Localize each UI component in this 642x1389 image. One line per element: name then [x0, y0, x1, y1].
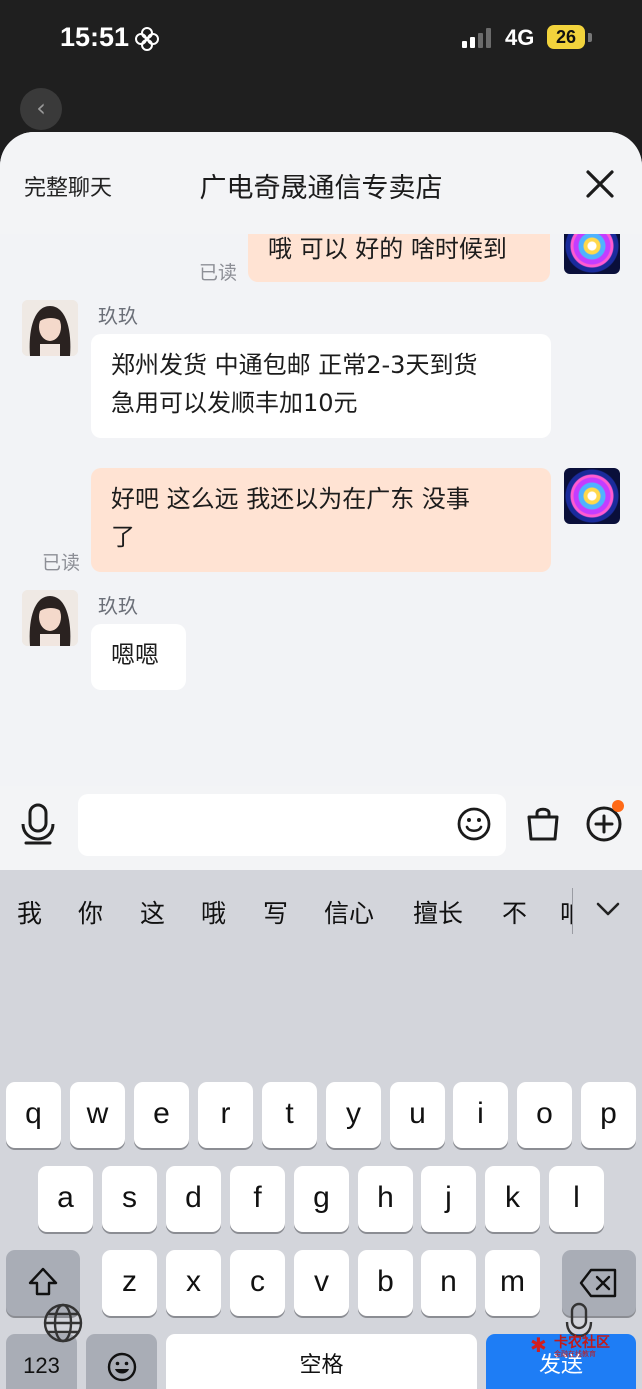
key-p[interactable]: p	[581, 1082, 636, 1148]
candidate-item[interactable]: 你	[78, 894, 103, 930]
backspace-icon	[579, 1268, 617, 1298]
candidate-item[interactable]: 不	[502, 894, 527, 930]
key-u[interactable]: u	[390, 1082, 445, 1148]
emoji-icon[interactable]	[456, 806, 492, 842]
key-n[interactable]: n	[421, 1250, 476, 1316]
key-v[interactable]: v	[294, 1250, 349, 1316]
emoji-key[interactable]	[86, 1334, 157, 1389]
contact-avatar[interactable]	[22, 300, 78, 356]
contact-avatar[interactable]	[22, 590, 78, 646]
candidate-divider	[572, 888, 573, 934]
chat-sheet: 完整聊天 广电奇晟通信专卖店 哦 可以 好的 啥时候到 已读 玖玖 郑州发货 中…	[0, 132, 642, 1389]
message-bubble-sent[interactable]: 哦 可以 好的 啥时候到	[248, 234, 550, 282]
message-input[interactable]	[78, 794, 506, 856]
close-icon[interactable]	[582, 166, 618, 202]
candidate-item[interactable]: 这	[140, 894, 165, 930]
key-g[interactable]: g	[294, 1166, 349, 1232]
message-bubble-sent[interactable]: 好吧 这么远 我还以为在广东 没事 了	[91, 468, 551, 572]
flower-icon	[135, 27, 159, 51]
key-d[interactable]: d	[166, 1166, 221, 1232]
key-h[interactable]: h	[358, 1166, 413, 1232]
signal-icon	[462, 28, 491, 48]
status-time: 15:51	[60, 22, 130, 52]
key-w[interactable]: w	[70, 1082, 125, 1148]
message-bubble-received[interactable]: 嗯嗯	[91, 624, 186, 690]
read-status: 已读	[199, 262, 238, 284]
candidate-item[interactable]: 写	[263, 894, 288, 930]
notification-dot	[612, 800, 624, 812]
contact-portrait	[22, 300, 78, 356]
key-t[interactable]: t	[262, 1082, 317, 1148]
space-key[interactable]: 空格	[166, 1334, 477, 1389]
my-avatar[interactable]	[564, 468, 620, 524]
key-i[interactable]: i	[453, 1082, 508, 1148]
message-list[interactable]: 哦 可以 好的 啥时候到 已读 玖玖 郑州发货 中通包邮 正常2-3天到货 急用…	[0, 234, 642, 786]
candidate-item[interactable]: 我	[17, 894, 42, 930]
key-y[interactable]: y	[326, 1082, 381, 1148]
status-bar: 15:51 4G 26	[0, 0, 642, 80]
key-f[interactable]: f	[230, 1166, 285, 1232]
message-bubble-received[interactable]: 郑州发货 中通包邮 正常2-3天到货 急用可以发顺丰加10元	[91, 334, 551, 438]
watermark-icon: ✱	[530, 1333, 547, 1357]
watermark-logo: ✱ 卡农社区 金融在线教育	[530, 1332, 610, 1362]
network-label: 4G	[505, 25, 535, 50]
key-c[interactable]: c	[230, 1250, 285, 1316]
globe-icon[interactable]	[42, 1302, 84, 1344]
mic-icon[interactable]	[18, 802, 58, 846]
contact-portrait	[22, 590, 78, 646]
key-l[interactable]: l	[549, 1166, 604, 1232]
key-a[interactable]: a	[38, 1166, 93, 1232]
shift-icon	[28, 1267, 58, 1296]
candidate-item[interactable]: 信心	[324, 894, 374, 930]
key-z[interactable]: z	[102, 1250, 157, 1316]
page-title: 广电奇晟通信专卖店	[199, 173, 443, 204]
key-j[interactable]: j	[421, 1166, 476, 1232]
key-r[interactable]: r	[198, 1082, 253, 1148]
key-e[interactable]: e	[134, 1082, 189, 1148]
emoji-icon	[107, 1352, 136, 1382]
candidate-item[interactable]: 哦	[201, 894, 226, 930]
key-s[interactable]: s	[102, 1166, 157, 1232]
sender-name: 玖玖	[98, 304, 138, 328]
key-m[interactable]: m	[485, 1250, 540, 1316]
back-button[interactable]: ‹	[20, 88, 62, 130]
key-k[interactable]: k	[485, 1166, 540, 1232]
candidate-item[interactable]: 咱	[560, 894, 572, 930]
keyboard: 我 你 这 哦 写 信心 擅长 不 咱 q w e r t y u i o p …	[0, 870, 642, 1389]
key-x[interactable]: x	[166, 1250, 221, 1316]
read-status: 已读	[42, 552, 81, 574]
candidate-item[interactable]: 擅长	[413, 894, 463, 930]
key-o[interactable]: o	[517, 1082, 572, 1148]
chevron-down-icon[interactable]	[594, 898, 622, 920]
input-bar	[0, 786, 642, 870]
battery-icon: 26	[547, 25, 585, 49]
my-avatar[interactable]	[564, 234, 620, 274]
battery-tip	[588, 33, 592, 42]
key-b[interactable]: b	[358, 1250, 413, 1316]
candidate-bar: 我 你 这 哦 写 信心 擅长 不 咱	[0, 870, 642, 950]
background-page	[0, 80, 642, 140]
sender-name: 玖玖	[98, 594, 138, 618]
watermark-subtitle: 金融在线教育	[554, 1350, 596, 1358]
sheet-header: 完整聊天 广电奇晟通信专卖店	[0, 132, 642, 234]
bag-icon[interactable]	[524, 804, 562, 842]
key-q[interactable]: q	[6, 1082, 61, 1148]
